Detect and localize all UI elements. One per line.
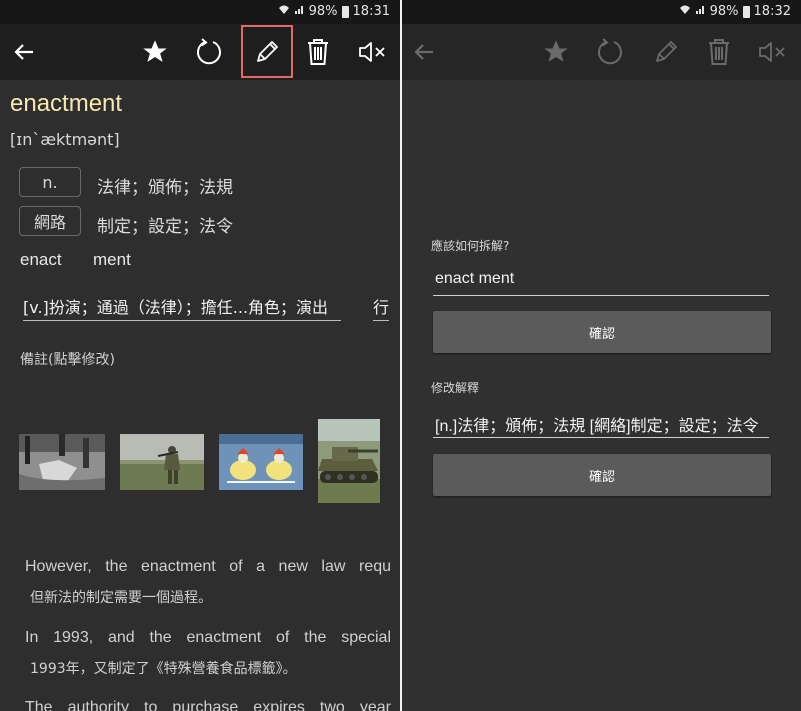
delete-button[interactable] — [296, 24, 340, 80]
refresh-icon — [598, 38, 622, 65]
split-label: 應該如何拆解? — [431, 239, 510, 253]
mute-button[interactable] — [350, 24, 394, 80]
back-button[interactable] — [2, 24, 46, 80]
pencil-icon — [656, 41, 677, 62]
toolbar — [0, 24, 400, 80]
refresh-button[interactable] — [588, 24, 632, 80]
related-word-chip[interactable]: 行 — [373, 294, 390, 321]
trash-icon — [308, 39, 328, 65]
example-sentence-en[interactable]: In 1993, and the enactment of the specia… — [25, 629, 391, 647]
battery-icon — [341, 5, 349, 18]
note-label[interactable]: 備註(點擊修改) — [20, 349, 115, 369]
example-sentence-zh: 但新法的制定需要一個過程。 — [30, 590, 212, 606]
clock: 18:32 — [753, 4, 791, 19]
definition-confirm-button[interactable]: 確認 — [433, 454, 771, 496]
status-bar: 98% 18:31 — [0, 0, 400, 24]
trash-icon — [709, 39, 729, 65]
pos-tag-noun[interactable]: n. — [19, 167, 81, 197]
headword: enactment — [10, 90, 123, 117]
battery-percent: 98% — [308, 4, 338, 19]
split-part[interactable]: ment — [93, 250, 131, 270]
definition-label: 修改解釋 — [431, 381, 480, 395]
left-screen: 98% 18:31 enactment [ɪn`æktmənt] n. 法律；頒… — [0, 0, 400, 711]
toolbar-dimmed — [402, 24, 801, 80]
mute-icon — [759, 42, 785, 62]
refresh-icon — [197, 38, 221, 65]
delete-button[interactable] — [697, 24, 741, 80]
pos-tag-web[interactable]: 網路 — [19, 206, 81, 236]
back-arrow-icon — [414, 44, 433, 60]
right-screen: 98% 18:32 應該如何拆解? enact ment 確認 修改解釋 [n.… — [402, 0, 801, 711]
wifi-icon — [278, 4, 290, 19]
example-sentence-en[interactable]: The authority to purchase expires two ye… — [25, 699, 391, 711]
definition-input[interactable]: [n.]法律；頒佈；法規 [網絡]制定；設定；法令 — [433, 410, 769, 438]
example-image-soldier[interactable] — [120, 434, 204, 490]
example-image-street[interactable] — [19, 434, 105, 490]
favorite-button[interactable] — [133, 24, 177, 80]
status-bar: 98% 18:32 — [402, 0, 801, 24]
example-image-tank[interactable] — [318, 419, 380, 503]
refresh-button[interactable] — [187, 24, 231, 80]
related-word-chip[interactable]: [v.]扮演；通過（法律）；擔任...角色；演出 — [23, 294, 341, 321]
battery-percent: 98% — [709, 4, 739, 19]
favorite-button[interactable] — [534, 24, 578, 80]
pos-definition: 制定；設定；法令 — [97, 217, 233, 237]
wifi-icon — [679, 4, 691, 19]
example-image-cartoon[interactable] — [219, 434, 303, 490]
example-sentence-zh: 1993年，又制定了《特殊營養食品標籤》。 — [30, 661, 297, 677]
star-icon — [143, 40, 167, 62]
mute-icon — [359, 42, 385, 62]
battery-icon — [742, 5, 750, 18]
star-icon — [544, 40, 568, 62]
edit-button[interactable] — [644, 24, 688, 80]
split-part[interactable]: enact — [20, 250, 62, 270]
back-button[interactable] — [402, 24, 446, 80]
example-sentence-en[interactable]: However, the enactment of a new law requ — [25, 558, 391, 576]
signal-icon — [695, 4, 706, 19]
clock: 18:31 — [352, 4, 390, 19]
split-confirm-button[interactable]: 確認 — [433, 311, 771, 353]
pos-definition: 法律；頒佈；法規 — [97, 178, 233, 198]
edit-highlight-box — [241, 25, 293, 78]
phonetic: [ɪn`æktmənt] — [10, 130, 120, 149]
mute-button[interactable] — [750, 24, 794, 80]
back-arrow-icon — [14, 44, 33, 60]
signal-icon — [294, 4, 305, 19]
split-input[interactable]: enact ment — [433, 268, 769, 296]
